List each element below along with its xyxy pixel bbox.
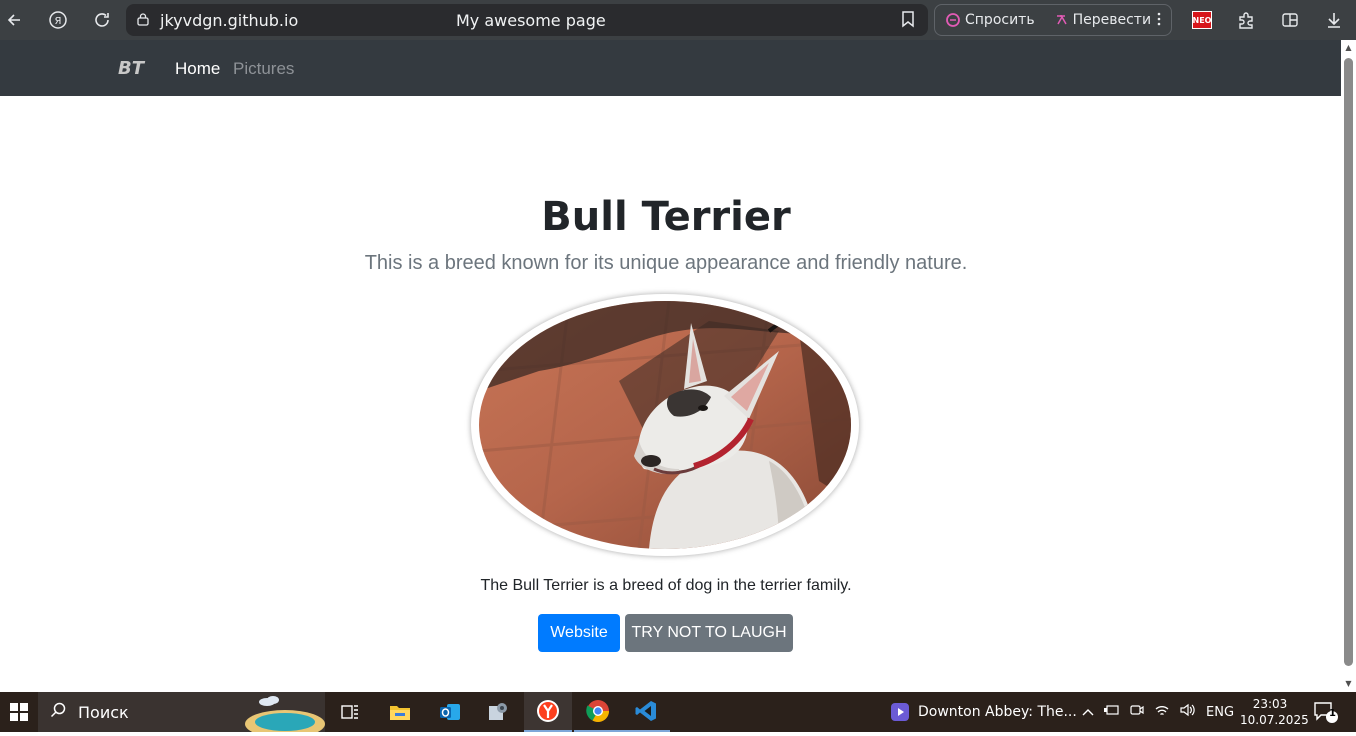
control-panel-icon[interactable] xyxy=(474,692,522,732)
wifi-icon[interactable] xyxy=(1154,703,1170,721)
search-placeholder: Поиск xyxy=(78,702,129,722)
nav-link-pictures[interactable]: Pictures xyxy=(233,59,294,79)
scroll-thumb[interactable] xyxy=(1344,58,1353,666)
ask-icon xyxy=(946,13,960,27)
navbar-brand[interactable]: BT xyxy=(118,58,144,79)
language-indicator[interactable]: ENG xyxy=(1206,705,1234,720)
browser-extensions: NEO xyxy=(1180,0,1356,40)
clock-time: 23:03 xyxy=(1252,697,1288,711)
page-heading: Bull Terrier xyxy=(541,194,791,240)
windows-taskbar: Поиск Downton Abbey: The... ENG 23:03 10… xyxy=(0,692,1356,736)
system-clock[interactable]: 23:03 10.07.2025 xyxy=(1240,696,1309,728)
outlook-icon[interactable] xyxy=(426,692,474,732)
translate-label: Перевести xyxy=(1072,12,1152,28)
lead-text: This is a breed known for its unique app… xyxy=(364,252,968,274)
dog-photo-frame xyxy=(471,294,859,556)
main-content: Bull Terrier This is a breed known for i… xyxy=(0,96,1341,692)
ai-tools-group: Спросить Перевести xyxy=(934,4,1172,36)
scroll-down-icon[interactable]: ▼ xyxy=(1344,679,1353,689)
media-title: Downton Abbey: The... xyxy=(918,704,1077,720)
page-title-tab: My awesome page xyxy=(456,10,606,30)
site-navbar: BT Home Pictures xyxy=(0,40,1341,96)
chrome-icon[interactable] xyxy=(574,692,622,732)
address-bar[interactable]: jkyvdgn.github.io My awesome page xyxy=(126,4,928,36)
extensions-icon[interactable] xyxy=(1224,0,1268,40)
lock-icon xyxy=(136,11,150,30)
search-highlight-icon xyxy=(245,694,325,736)
nav-link-home[interactable]: Home xyxy=(175,59,220,79)
taskbar-search[interactable]: Поиск xyxy=(38,692,325,736)
neo-extension-icon[interactable]: NEO xyxy=(1180,0,1224,40)
windows-start-icon[interactable] xyxy=(0,692,38,732)
clock-date: 10.07.2025 xyxy=(1240,713,1309,727)
more-menu-icon[interactable] xyxy=(1157,11,1161,31)
browser-toolbar: Я jkyvdgn.github.io My awesome page Спро… xyxy=(0,0,1356,40)
try-not-to-laugh-button[interactable]: TRY NOT TO LAUGH xyxy=(625,614,793,652)
translate-icon xyxy=(1056,15,1067,25)
battery-icon[interactable] xyxy=(1104,704,1120,720)
reload-icon[interactable] xyxy=(88,6,116,34)
task-view-icon[interactable] xyxy=(326,692,374,732)
system-tray: ENG xyxy=(1082,692,1234,732)
yandex-icon[interactable]: Я xyxy=(44,6,72,34)
url-domain: jkyvdgn.github.io xyxy=(160,10,299,30)
media-widget[interactable]: Downton Abbey: The... xyxy=(890,692,1077,732)
notifications-icon[interactable]: 1 xyxy=(1312,700,1340,724)
vscode-icon[interactable] xyxy=(622,692,670,732)
yandex-browser-taskbar-icon[interactable] xyxy=(524,692,572,732)
notification-count: 1 xyxy=(1329,708,1336,719)
page-scrollbar[interactable]: ▲ ▼ xyxy=(1341,40,1356,692)
website-button[interactable]: Website xyxy=(538,614,620,652)
ask-label: Спросить xyxy=(965,12,1035,28)
scroll-up-icon[interactable]: ▲ xyxy=(1344,43,1353,53)
meet-now-icon[interactable] xyxy=(1130,703,1144,721)
chevron-up-icon[interactable] xyxy=(1082,705,1094,720)
media-player-icon xyxy=(891,703,909,721)
svg-text:Я: Я xyxy=(55,16,62,27)
file-explorer-icon[interactable] xyxy=(376,692,424,732)
dog-photo xyxy=(479,301,851,549)
ask-button[interactable]: Спросить xyxy=(945,12,1035,28)
bookmark-icon[interactable] xyxy=(900,10,916,32)
collections-icon[interactable] xyxy=(1268,0,1312,40)
volume-icon[interactable] xyxy=(1180,703,1196,721)
search-icon xyxy=(50,702,66,722)
download-icon[interactable] xyxy=(1312,0,1356,40)
back-icon[interactable] xyxy=(0,6,28,34)
dog-caption: The Bull Terrier is a breed of dog in th… xyxy=(480,577,852,594)
translate-button[interactable]: Перевести xyxy=(1055,12,1151,28)
